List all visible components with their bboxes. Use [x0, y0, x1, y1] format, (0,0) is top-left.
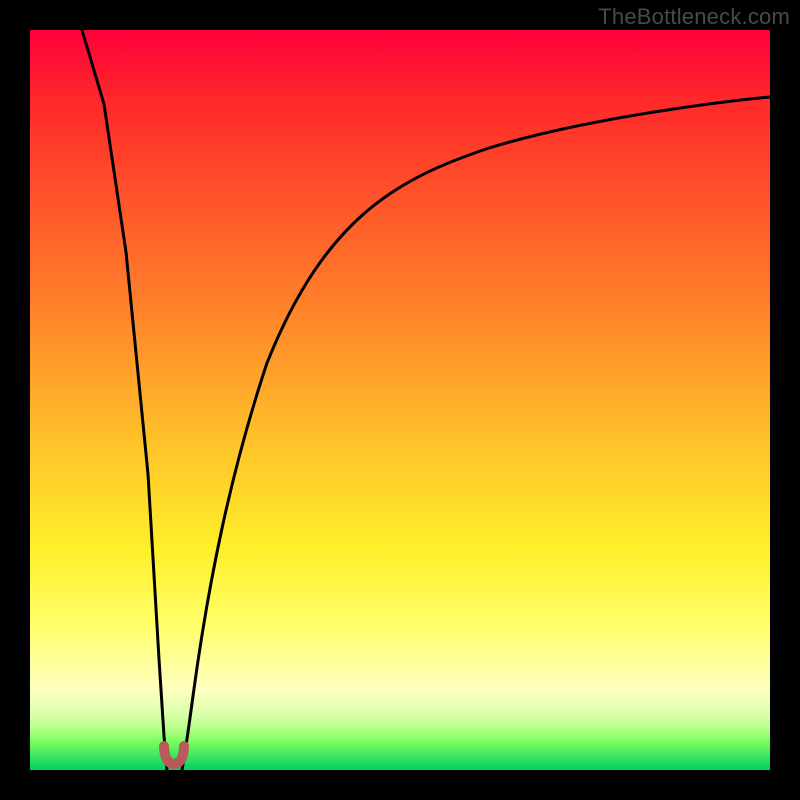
curve-left-branch: [82, 30, 167, 770]
curve-layer: [30, 30, 770, 770]
watermark-text: TheBottleneck.com: [598, 4, 790, 30]
bottleneck-marker: [164, 746, 184, 764]
plot-area: [30, 30, 770, 770]
curve-right-branch: [182, 97, 770, 770]
chart-frame: TheBottleneck.com: [0, 0, 800, 800]
